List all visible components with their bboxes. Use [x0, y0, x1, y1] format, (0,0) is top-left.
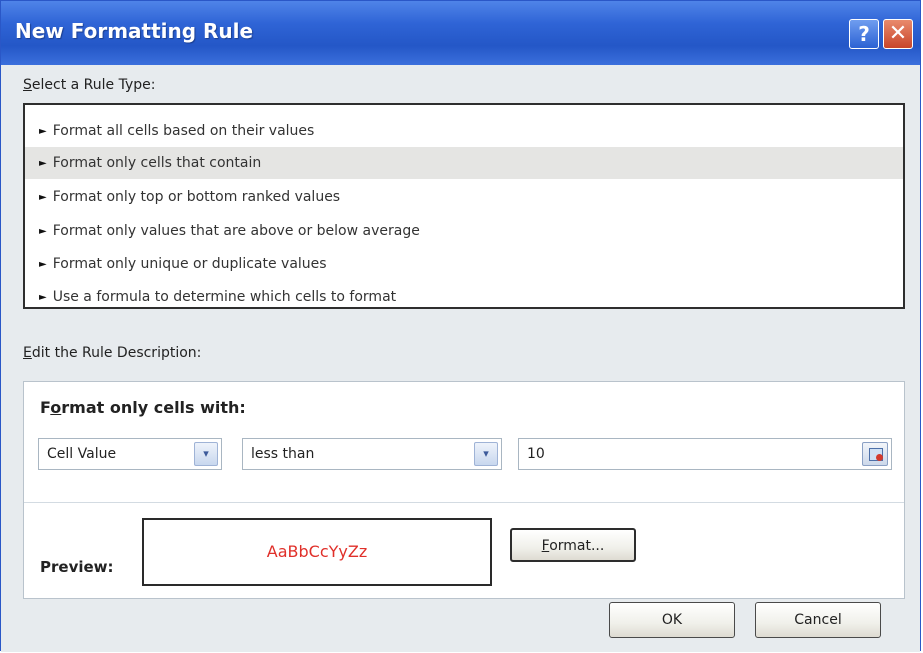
value-text: 10 — [527, 446, 545, 462]
dialog-body: Select a Rule Type: ► Format all cells ba… — [1, 65, 920, 652]
chevron-down-icon[interactable]: ▾ — [194, 442, 218, 466]
help-button[interactable]: ? — [849, 19, 879, 49]
preview-sample-text: AaBbCcYyZz — [266, 542, 368, 561]
operator-value: less than — [251, 446, 315, 462]
rule-type-item[interactable]: ► Format only values that are above or be… — [25, 215, 903, 247]
title-bar[interactable]: New Formatting Rule ? ✕ — [1, 1, 920, 66]
divider — [24, 502, 904, 503]
rule-description-label: Edit the Rule Description: — [23, 345, 202, 361]
rule-type-item[interactable]: ► Format only unique or duplicate values — [25, 248, 903, 280]
arrow-icon: ► — [39, 292, 47, 303]
rule-type-item[interactable]: ► Format all cells based on their values — [25, 115, 903, 147]
condition-type-select[interactable]: Cell Value ▾ — [38, 438, 222, 470]
rule-description-panel: Format only cells with: Cell Value ▾ les… — [23, 381, 905, 599]
preview-label: Preview: — [40, 558, 114, 576]
condition-type-value: Cell Value — [47, 446, 117, 462]
arrow-icon: ► — [39, 259, 47, 270]
chevron-down-icon[interactable]: ▾ — [474, 442, 498, 466]
preview-box: AaBbCcYyZz — [142, 518, 492, 586]
format-only-cells-heading: Format only cells with: — [40, 398, 246, 417]
ok-button[interactable]: OK — [609, 602, 735, 638]
value-input[interactable]: 10 — [518, 438, 892, 470]
range-picker-icon[interactable] — [862, 442, 888, 466]
arrow-icon: ► — [39, 192, 47, 203]
arrow-icon: ► — [39, 226, 47, 237]
format-button[interactable]: Format... — [510, 528, 636, 562]
rule-type-item[interactable]: ► Format only top or bottom ranked values — [25, 181, 903, 213]
dialog-title: New Formatting Rule — [15, 19, 254, 43]
range-picker-dot — [876, 454, 883, 461]
close-button[interactable]: ✕ — [883, 19, 913, 49]
new-formatting-rule-dialog: New Formatting Rule ? ✕ Select a Rule Ty… — [0, 0, 921, 652]
operator-select[interactable]: less than ▾ — [242, 438, 502, 470]
rule-type-item[interactable]: ► Use a formula to determine which cells … — [25, 281, 903, 313]
arrow-icon: ► — [39, 158, 47, 169]
rule-type-item-selected[interactable]: ► Format only cells that contain — [25, 147, 903, 179]
rule-type-label: Select a Rule Type: — [23, 77, 156, 93]
arrow-icon: ► — [39, 126, 47, 137]
rule-type-list[interactable]: ► Format all cells based on their values … — [23, 103, 905, 309]
cancel-button[interactable]: Cancel — [755, 602, 881, 638]
